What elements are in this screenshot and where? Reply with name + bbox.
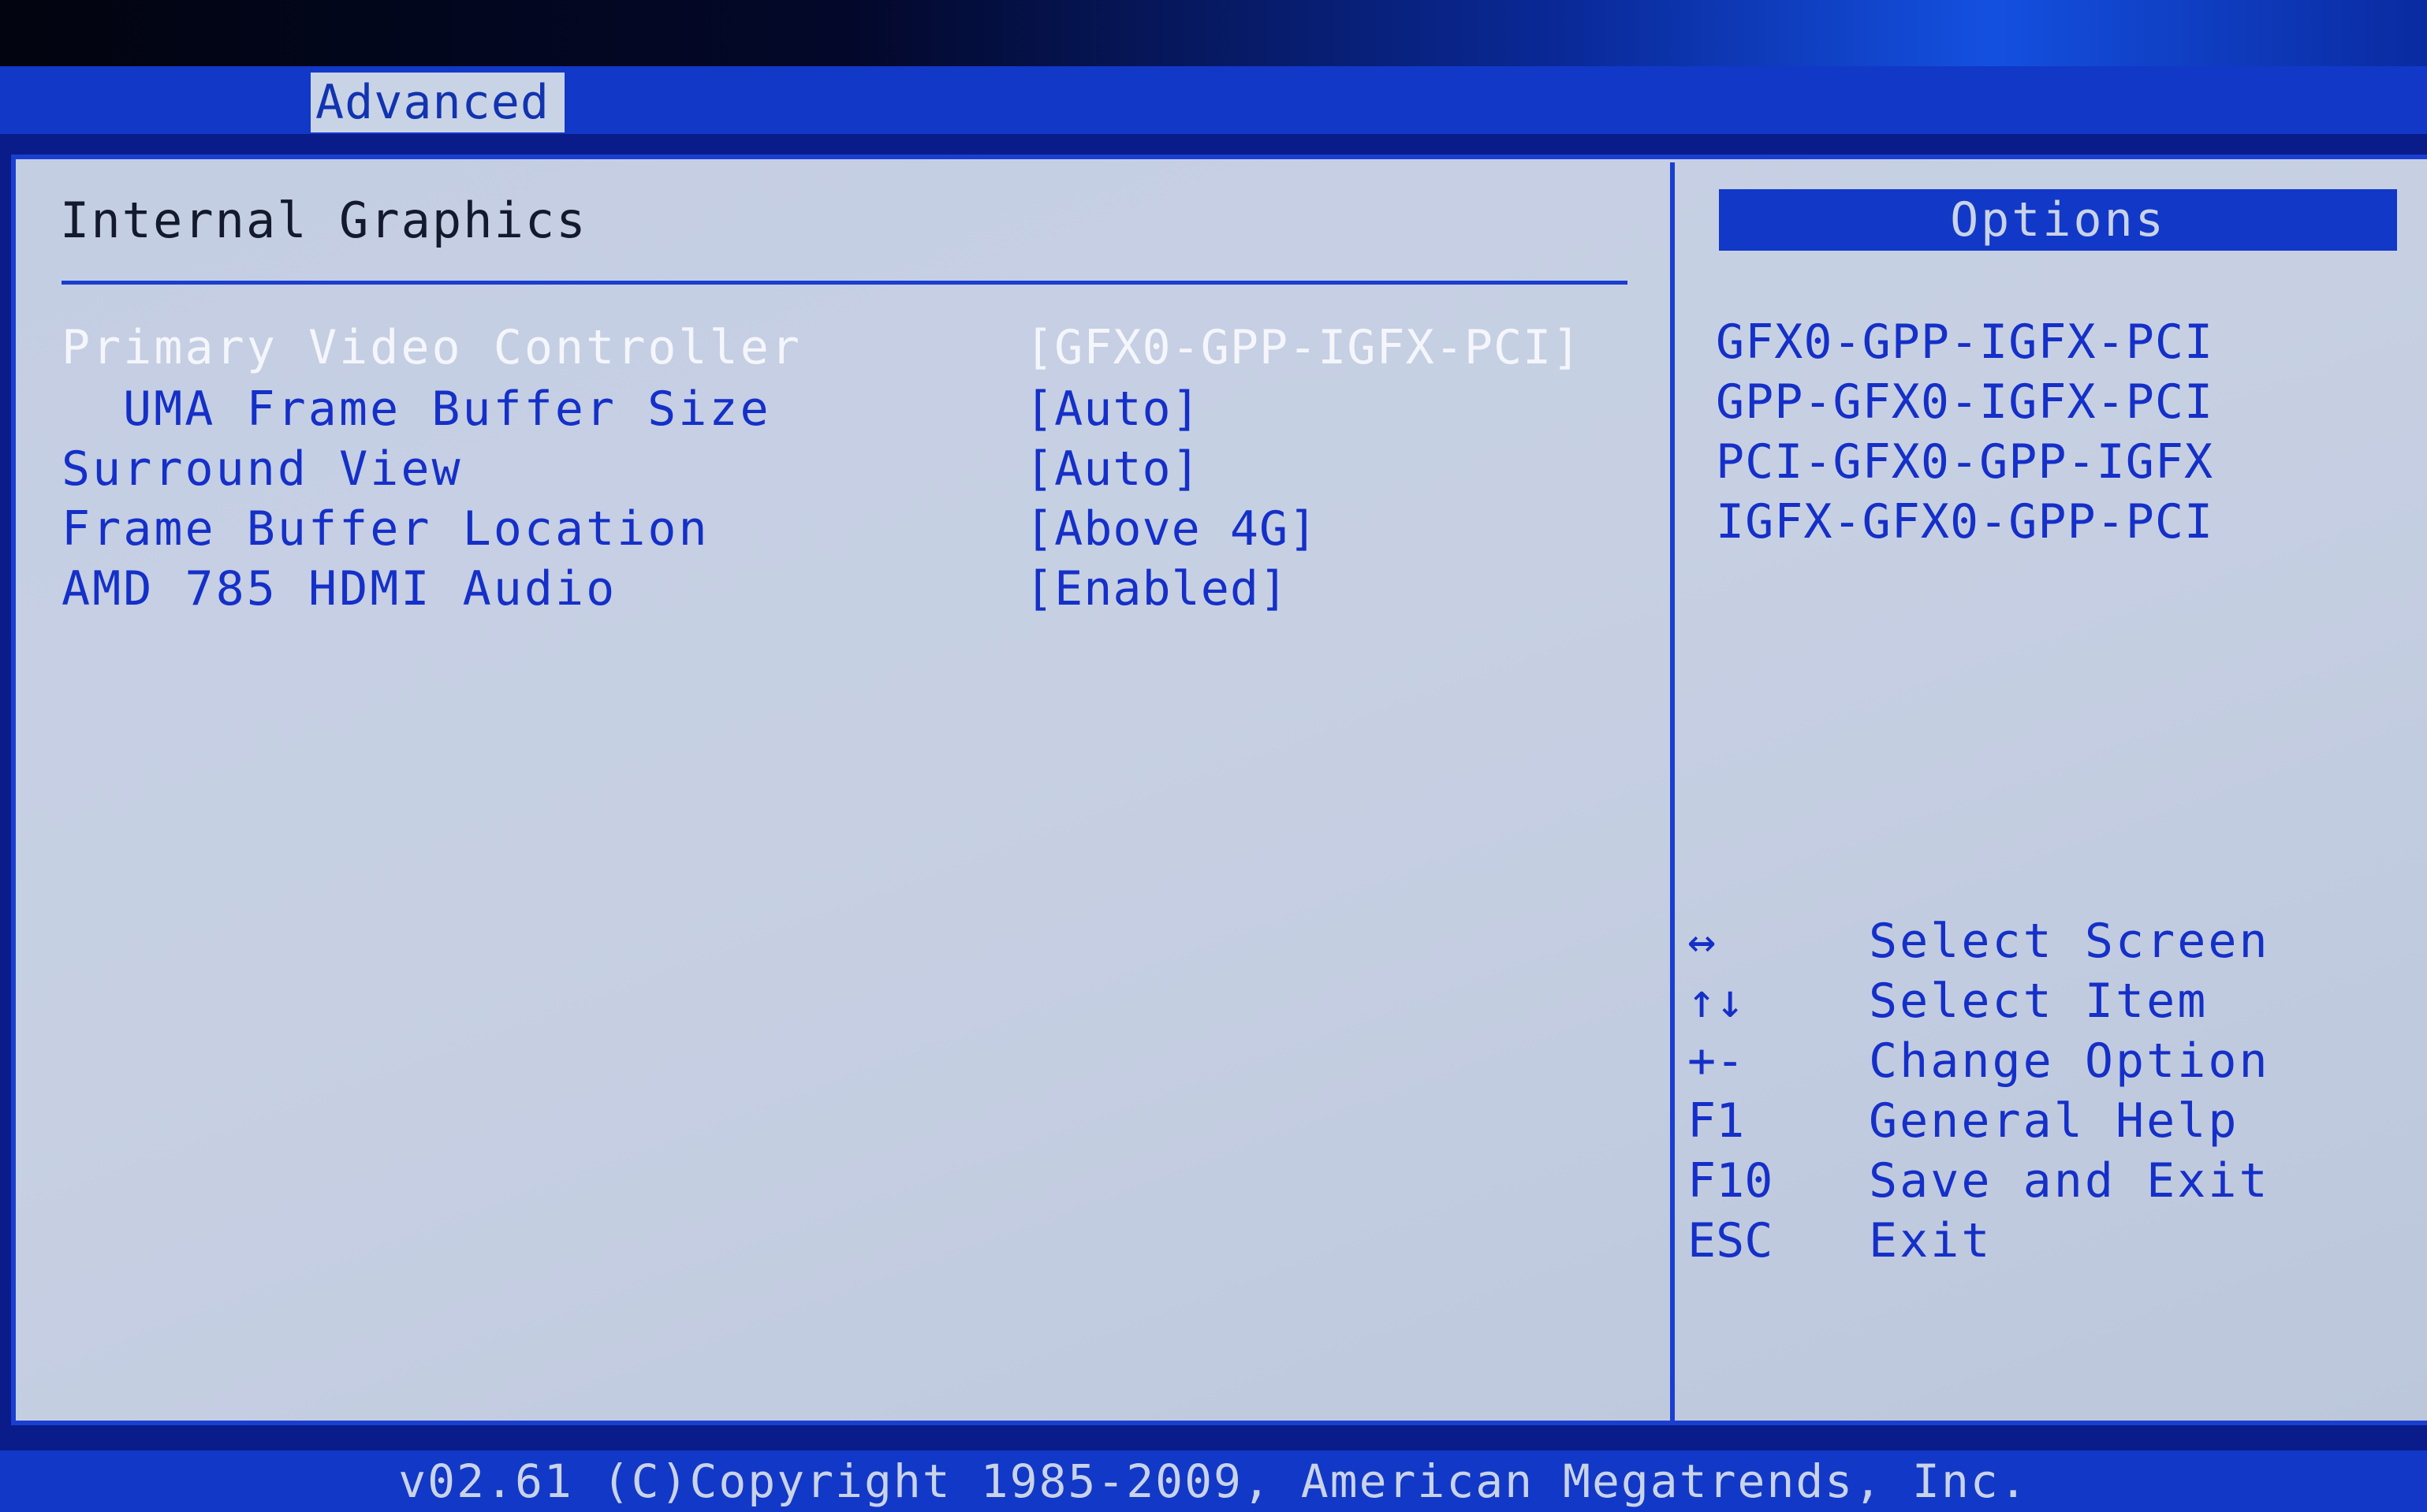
screen-top-strip [0, 0, 2427, 66]
left-right-arrow-icon: ↔ [1687, 914, 1717, 969]
help-description: Select Item [1869, 974, 2209, 1029]
up-down-arrow-icon: ↑↓ [1687, 974, 1745, 1029]
setting-surround-view[interactable]: Surround View [Auto] [62, 438, 1639, 500]
copyright-footer: v02.61 (C)Copyright 1985-2009, American … [0, 1451, 2427, 1512]
help-row-select-screen: ↔ Select Screen [1687, 911, 2413, 971]
options-list: GFX0-GPP-IGFX-PCI GPP-GFX0-IGFX-PCI PCI-… [1716, 312, 2410, 552]
f10-key: F10 [1687, 1153, 1773, 1208]
title-divider [62, 281, 1627, 285]
option-item[interactable]: IGFX-GFX0-GPP-PCI [1716, 492, 2410, 552]
setting-uma-frame-buffer-size[interactable]: UMA Frame Buffer Size [Auto] [62, 378, 1639, 440]
panel-bottom-border [11, 1421, 2427, 1425]
help-description: Save and Exit [1869, 1153, 2270, 1208]
setting-value[interactable]: [Auto] [1025, 438, 1201, 500]
tab-advanced[interactable]: Advanced [311, 73, 565, 132]
panel-divider [1670, 162, 1675, 1421]
help-row-change-option: +- Change Option [1687, 1031, 2413, 1091]
setting-label: Primary Video Controller [62, 320, 802, 375]
setting-label: AMD 785 HDMI Audio [62, 561, 617, 616]
f1-key: F1 [1687, 1093, 1745, 1149]
help-row-general-help: F1 General Help [1687, 1091, 2413, 1151]
help-description: Exit [1869, 1213, 1993, 1268]
help-description: Change Option [1869, 1033, 2270, 1089]
help-row-save-exit: F10 Save and Exit [1687, 1151, 2413, 1211]
option-item[interactable]: GPP-GFX0-IGFX-PCI [1716, 372, 2410, 432]
help-row-exit: ESC Exit [1687, 1211, 2413, 1271]
page-title: Internal Graphics [60, 192, 587, 249]
setting-value[interactable]: [Auto] [1025, 378, 1201, 440]
setting-value[interactable]: [Enabled] [1025, 558, 1288, 620]
setting-value[interactable]: [GFX0-GPP-IGFX-PCI] [1025, 317, 1581, 378]
options-header: Options [1719, 189, 2397, 251]
plus-minus-key: +- [1687, 1033, 1745, 1089]
setting-value[interactable]: [Above 4G] [1025, 498, 1318, 560]
help-row-select-item: ↑↓ Select Item [1687, 971, 2413, 1031]
option-item[interactable]: PCI-GFX0-GPP-IGFX [1716, 432, 2410, 492]
option-item[interactable]: GFX0-GPP-IGFX-PCI [1716, 312, 2410, 372]
key-help-list: ↔ Select Screen ↑↓ Select Item +- Change… [1687, 911, 2413, 1271]
setting-amd-hdmi-audio[interactable]: AMD 785 HDMI Audio [Enabled] [62, 558, 1639, 620]
setting-frame-buffer-location[interactable]: Frame Buffer Location [Above 4G] [62, 498, 1639, 560]
esc-key: ESC [1687, 1213, 1773, 1268]
help-description: General Help [1869, 1093, 2239, 1149]
help-description: Select Screen [1869, 914, 2270, 969]
setting-primary-video-controller[interactable]: Primary Video Controller [GFX0-GPP-IGFX-… [62, 317, 1639, 378]
setting-label: UMA Frame Buffer Size [123, 382, 771, 437]
setting-label: Surround View [62, 441, 463, 497]
setting-label: Frame Buffer Location [62, 501, 710, 557]
